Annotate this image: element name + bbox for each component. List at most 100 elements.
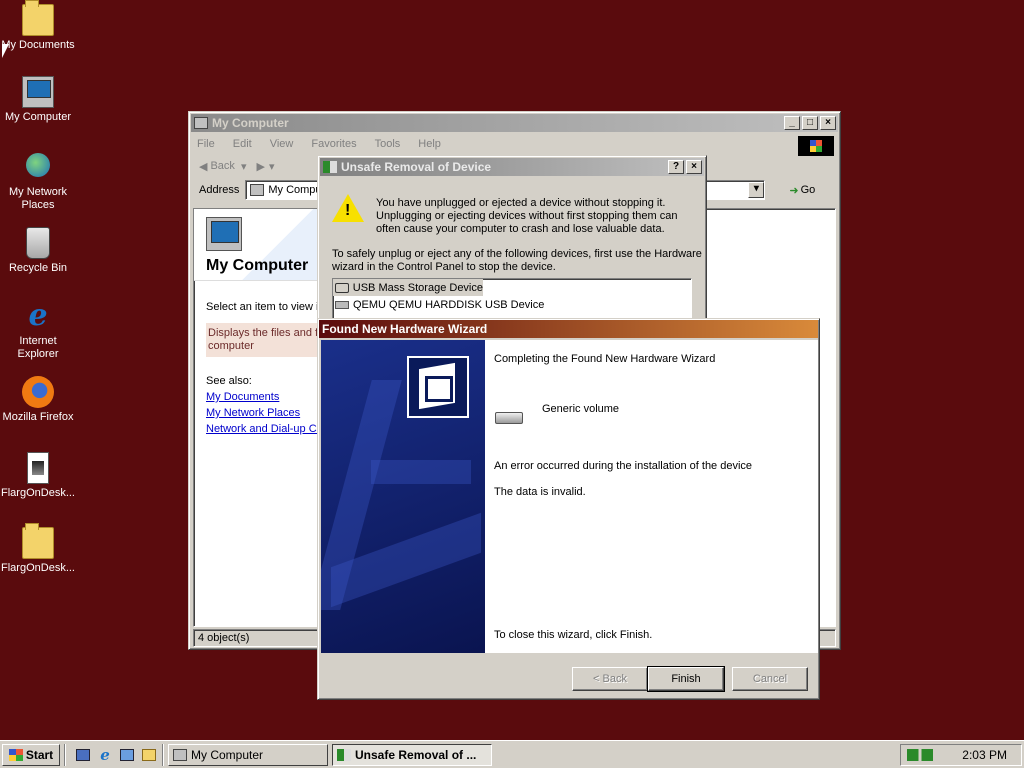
back-button[interactable]: < Back	[572, 667, 648, 691]
menu-tools[interactable]: Tools	[375, 138, 401, 150]
warning-icon: !	[332, 194, 364, 222]
go-arrow-icon: ➜	[789, 184, 799, 197]
windows-logo-icon	[798, 136, 834, 156]
back-button[interactable]: Back	[210, 160, 234, 172]
explorer-icon[interactable]	[140, 746, 158, 764]
desktop-icon-my-computer[interactable]: My Computer	[0, 76, 76, 124]
internet-explorer-icon: e	[28, 298, 48, 333]
device-name: USB Mass Storage Device	[352, 281, 483, 294]
task-unsafe-removal[interactable]: Unsafe Removal of ...	[332, 743, 492, 766]
chevron-down-icon[interactable]: ▾	[241, 160, 247, 173]
taskbar: Start e My Computer Unsafe Removal of ..…	[0, 740, 1024, 768]
task-label: My Computer	[191, 747, 264, 762]
separator	[162, 743, 164, 766]
desktop-icon-mozilla-firefox[interactable]: Mozilla Firefox	[0, 376, 76, 424]
my-computer-titlebar[interactable]: My Computer _ □ ×	[191, 114, 838, 132]
unsafe-removal-titlebar[interactable]: Unsafe Removal of Device ? ×	[320, 158, 704, 176]
menu-help[interactable]: Help	[418, 138, 441, 150]
recycle-bin-icon	[26, 227, 50, 259]
list-item[interactable]: QEMU QEMU HARDDISK USB Device	[333, 296, 691, 313]
computer-icon	[194, 117, 208, 129]
wizard-side-panel	[321, 340, 485, 653]
hardware-icon	[323, 161, 337, 173]
computer-icon	[22, 76, 54, 108]
desktop-icon-flargondesk-folder[interactable]: FlargOnDesk...	[0, 523, 76, 575]
wizard-titlebar[interactable]: Found New Hardware Wizard	[319, 320, 818, 338]
hardware-wizard-icon	[407, 356, 469, 418]
computer-icon	[206, 217, 242, 251]
desktop-icon-label: My Computer	[4, 111, 72, 123]
hardware-icon	[337, 748, 351, 761]
maximize-button[interactable]: □	[802, 116, 818, 130]
pane-banner: My Computer	[194, 209, 322, 281]
windows-logo-icon	[8, 748, 23, 761]
desktop-icon-flargondesk-file[interactable]: FlargOnDesk...	[0, 452, 76, 500]
link-my-network-places[interactable]: My Network Places	[206, 407, 310, 419]
window-title: My Computer	[212, 116, 289, 130]
desktop-icon-label: FlargOnDesk...	[1, 562, 75, 574]
safely-remove-hardware-icon[interactable]	[907, 749, 933, 761]
close-button[interactable]: ×	[686, 160, 702, 174]
wizard-button-row: < Back Finish Cancel	[318, 655, 819, 699]
select-hint: Select an item to view it	[206, 301, 322, 313]
start-label: Start	[25, 747, 54, 762]
menu-favorites[interactable]: Favorites	[311, 138, 356, 150]
network-icon	[22, 151, 54, 183]
close-hint: To close this wizard, click Finish.	[494, 629, 653, 641]
list-item[interactable]: USB Mass Storage Device	[333, 279, 483, 296]
task-label: Unsafe Removal of ...	[355, 747, 477, 762]
finish-button[interactable]: Finish	[647, 666, 725, 692]
address-value: My Compu	[268, 184, 322, 196]
desktop-icon-my-documents[interactable]: My Documents	[0, 0, 76, 52]
menu-edit[interactable]: Edit	[233, 138, 252, 150]
usb-icon	[335, 282, 349, 293]
go-button[interactable]: ➜ Go	[789, 184, 815, 197]
warning-message: You have unplugged or ejected a device w…	[376, 197, 678, 235]
show-desktop-icon[interactable]	[74, 746, 92, 764]
menu-bar: File Edit View Favorites Tools Help	[191, 134, 838, 154]
document-icon	[27, 452, 49, 484]
chevron-down-icon[interactable]: ▾	[269, 160, 275, 173]
mouse-cursor-icon	[2, 44, 9, 58]
close-button[interactable]: ×	[820, 116, 836, 130]
status-text: 4 object(s)	[198, 632, 250, 644]
link-my-documents[interactable]: My Documents	[206, 391, 310, 403]
desktop-icon-label: My Documents	[1, 39, 75, 51]
minimize-button[interactable]: _	[784, 116, 800, 130]
address-dropdown-button[interactable]: ▾	[748, 182, 765, 198]
desktop-icon-label: FlargOnDesk...	[1, 487, 75, 499]
menu-file[interactable]: File	[197, 138, 215, 150]
start-button[interactable]: Start	[2, 743, 60, 766]
forward-arrow-icon[interactable]: ▶	[256, 160, 264, 173]
cancel-button[interactable]: Cancel	[732, 667, 808, 691]
found-new-hardware-wizard: Found New Hardware Wizard Completing the…	[317, 318, 820, 700]
computer-icon	[250, 184, 265, 196]
folder-icon	[22, 0, 54, 36]
link-network-dialup[interactable]: Network and Dial-up Co	[206, 423, 322, 435]
desktop-icon-my-network-places[interactable]: My Network Places	[0, 151, 76, 212]
address-label: Address	[199, 184, 240, 196]
desktop-icon-internet-explorer[interactable]: e Internet Explorer	[0, 300, 76, 361]
desktop-icon-label: Internet Explorer	[17, 335, 59, 360]
volume-icon	[495, 412, 523, 424]
clock: 2:03 PM	[962, 748, 1007, 762]
computer-icon	[173, 748, 187, 761]
system-tray: 2:03 PM	[900, 744, 1022, 766]
firefox-icon	[22, 376, 54, 408]
web-view-pane: My Computer Select an item to view it Di…	[194, 209, 322, 626]
task-my-computer[interactable]: My Computer	[168, 743, 328, 766]
unsafe-removal-dialog: Unsafe Removal of Device ? × ! You have …	[317, 155, 707, 326]
desktop-icon-label: Mozilla Firefox	[2, 411, 74, 423]
back-arrow-icon: ◀	[199, 160, 208, 173]
outlook-express-icon[interactable]	[118, 746, 136, 764]
internet-explorer-icon[interactable]: e	[96, 746, 114, 764]
device-name: QEMU QEMU HARDDISK USB Device	[353, 298, 545, 311]
wizard-title: Found New Hardware Wizard	[322, 322, 488, 336]
pane-title: My Computer	[206, 257, 309, 274]
desktop-icon-label: My Network Places	[8, 186, 68, 211]
desktop-icon-recycle-bin[interactable]: Recycle Bin	[0, 227, 76, 275]
desktop-icon-label: Recycle Bin	[8, 262, 68, 274]
menu-view[interactable]: View	[270, 138, 294, 150]
wizard-heading: Completing the Found New Hardware Wizard	[494, 353, 716, 365]
help-button[interactable]: ?	[668, 160, 684, 174]
